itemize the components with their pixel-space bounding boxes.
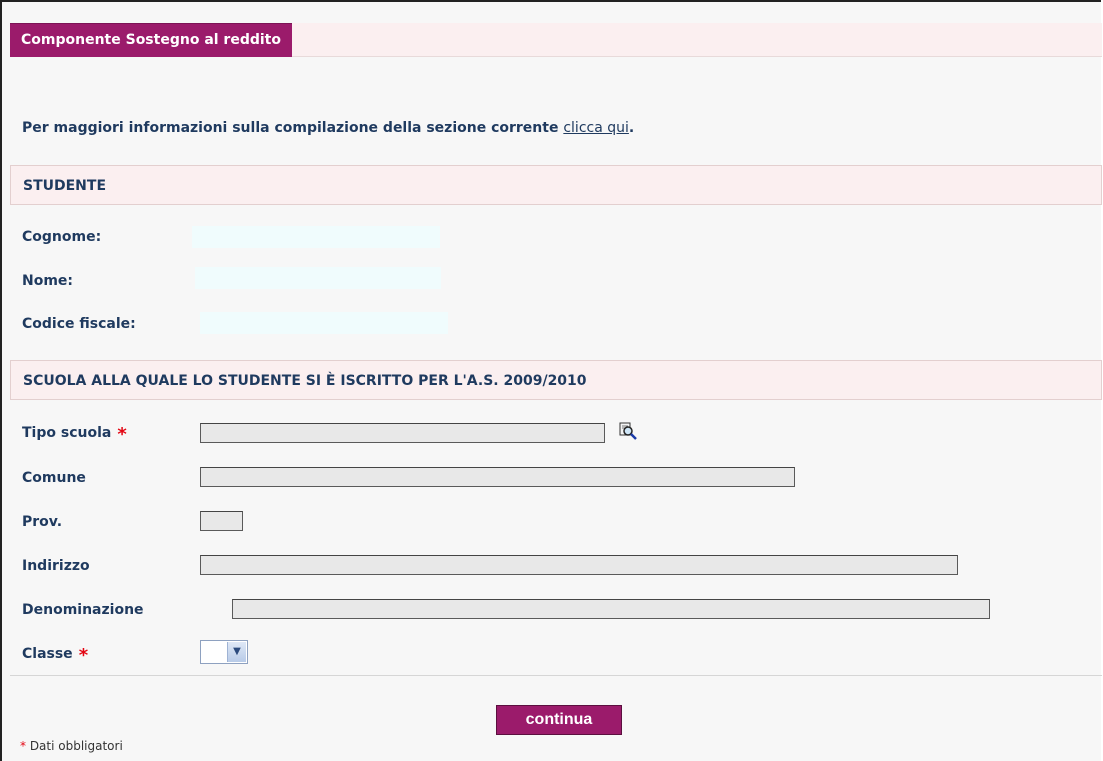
required-legend-text: Dati obbligatori [26, 739, 123, 753]
section-school-heading: SCUOLA ALLA QUALE LO STUDENTE SI È ISCRI… [10, 360, 1102, 400]
header-bar: Componente Sostegno al reddito [10, 23, 1102, 57]
class-select[interactable]: ▼ [200, 640, 248, 664]
help-text: Per maggiori informazioni sulla compilaz… [22, 120, 634, 136]
class-label-text: Classe [22, 646, 73, 662]
surname-value [192, 226, 440, 248]
required-marker: * [117, 424, 127, 445]
class-label: Classe * [22, 645, 88, 666]
school-type-field[interactable] [200, 423, 605, 443]
municipality-label: Comune [22, 470, 86, 486]
required-legend: * Dati obbligatori [20, 739, 123, 753]
page-title: Componente Sostegno al reddito [10, 23, 292, 57]
help-text-suffix: . [628, 120, 635, 136]
magnifier-icon[interactable] [619, 422, 637, 440]
school-name-label: Denominazione [22, 602, 144, 618]
address-label: Indirizzo [22, 558, 90, 574]
continue-button[interactable]: continua [496, 705, 622, 735]
province-field[interactable] [200, 511, 243, 531]
tax-code-value [200, 312, 448, 334]
province-label: Prov. [22, 514, 63, 530]
school-name-field[interactable] [232, 599, 990, 619]
chevron-down-icon[interactable]: ▼ [227, 642, 246, 662]
help-text-label: Per maggiori informazioni sulla compilaz… [22, 120, 564, 136]
divider [10, 675, 1102, 676]
name-label: Nome: [22, 273, 74, 289]
school-type-label-text: Tipo scuola [22, 425, 112, 441]
school-type-label: Tipo scuola * [22, 424, 127, 445]
section-student-heading: STUDENTE [10, 165, 1102, 205]
surname-label: Cognome: [22, 229, 102, 245]
required-marker: * [78, 645, 89, 666]
address-field[interactable] [200, 555, 958, 575]
municipality-field[interactable] [200, 467, 795, 487]
help-link[interactable]: clicca qui [563, 120, 629, 136]
name-value [195, 267, 441, 289]
tax-code-label: Codice fiscale: [22, 316, 136, 332]
